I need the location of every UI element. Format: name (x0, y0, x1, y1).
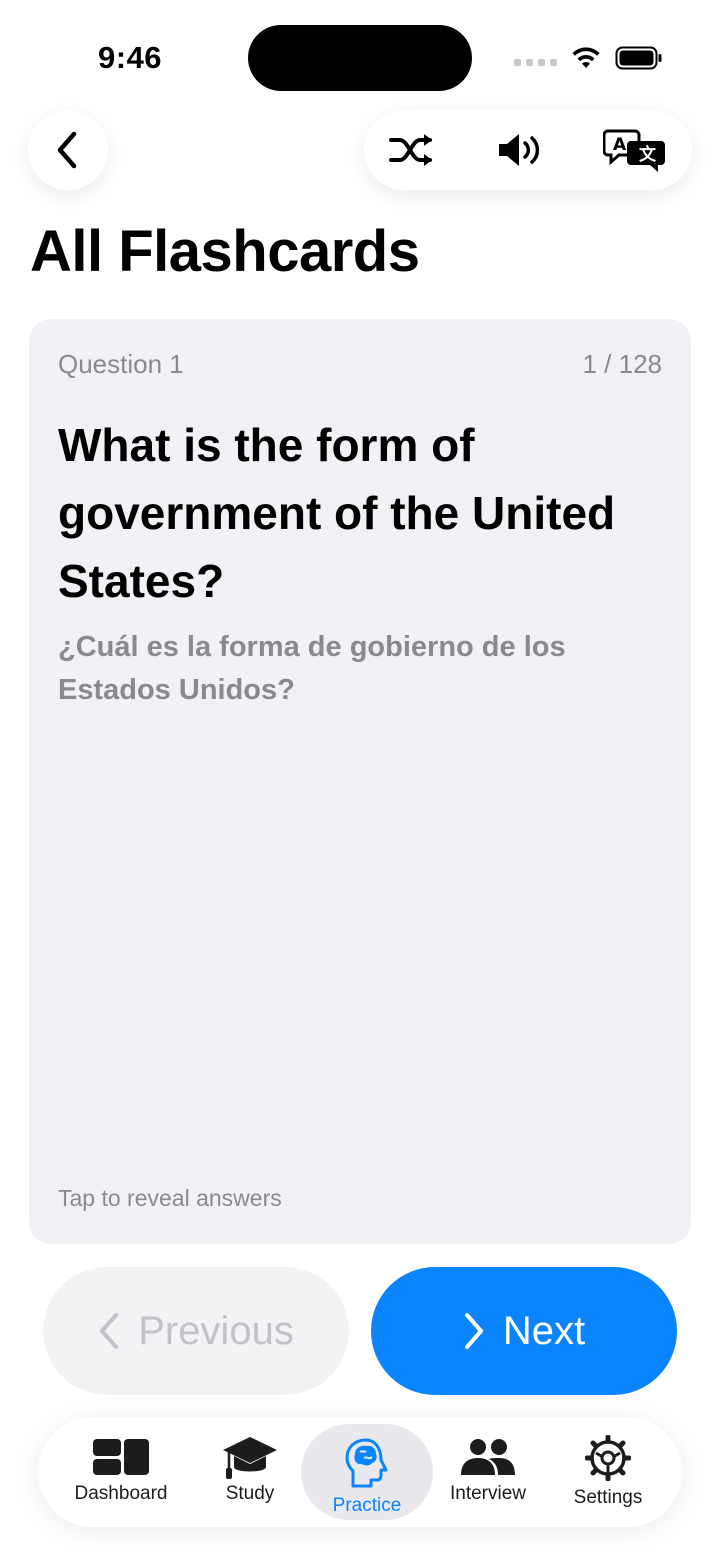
previous-button[interactable]: Previous (43, 1267, 349, 1395)
svg-text:A: A (613, 135, 627, 155)
reveal-hint: Tap to reveal answers (58, 1185, 282, 1211)
dynamic-island (248, 25, 472, 91)
graduation-cap-icon (223, 1437, 277, 1479)
svg-text:文: 文 (639, 144, 657, 165)
tab-label: Study (225, 1483, 275, 1504)
shuffle-button[interactable] (386, 110, 438, 190)
brain-head-icon (345, 1438, 388, 1488)
gear-icon (585, 1435, 631, 1481)
tab-settings[interactable]: Settings (562, 1417, 654, 1527)
flashcard[interactable]: Question 1 1 / 128 What is the form of g… (29, 319, 691, 1244)
chevron-right-icon (464, 1313, 483, 1349)
dashboard-icon (93, 1439, 149, 1475)
translate-icon: A 文 (603, 129, 665, 172)
question-counter: 1 / 128 (582, 349, 662, 379)
speaker-icon (499, 134, 540, 166)
battery-icon (615, 46, 662, 70)
next-button[interactable]: Next (371, 1267, 677, 1395)
tab-label: Settings (573, 1487, 643, 1508)
tab-dashboard[interactable]: Dashboard (58, 1417, 184, 1527)
tab-label: Practice (332, 1495, 402, 1516)
page-title: All Flashcards (30, 219, 420, 284)
tab-bar: Dashboard Study Practice Interview Setti… (38, 1417, 682, 1527)
previous-label: Previous (138, 1308, 294, 1353)
status-time: 9:46 (98, 40, 163, 75)
chevron-left-icon (100, 1313, 119, 1349)
question-text: What is the form of government of the Un… (58, 419, 616, 607)
question-translation: ¿Cuál es la forma de gobierno de los Est… (58, 631, 566, 706)
audio-button[interactable] (494, 110, 546, 190)
tab-practice[interactable]: Practice (301, 1424, 433, 1520)
next-label: Next (502, 1308, 586, 1353)
card-tools: A 文 (364, 110, 692, 190)
chevron-left-icon (57, 131, 77, 169)
tab-label: Interview (449, 1483, 527, 1504)
tab-interview[interactable]: Interview (438, 1417, 538, 1527)
status-icons (514, 42, 663, 74)
question-label: Question 1 (58, 349, 184, 379)
tab-label: Dashboard (74, 1483, 168, 1504)
translate-button[interactable]: A 文 (602, 110, 668, 190)
people-icon (461, 1439, 515, 1475)
wifi-icon (572, 47, 600, 68)
cellular-signal-icon (514, 58, 557, 66)
screen: 9:46 A 文 All Flashcards Question 1 1 / 1… (0, 0, 720, 1565)
shuffle-icon (389, 134, 432, 166)
tab-study[interactable]: Study (204, 1417, 296, 1527)
back-button[interactable] (28, 110, 108, 190)
